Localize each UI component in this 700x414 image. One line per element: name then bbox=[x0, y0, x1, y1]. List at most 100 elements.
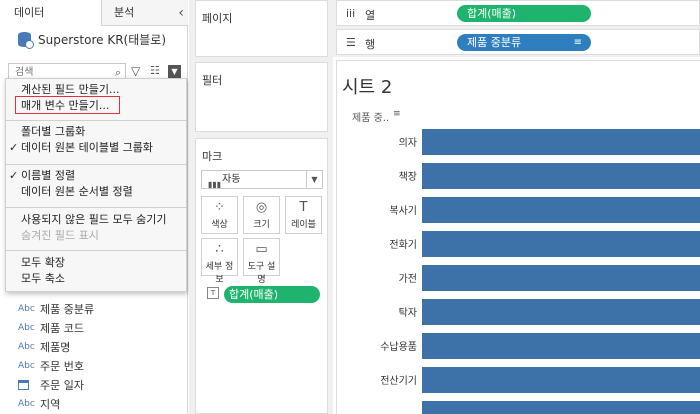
pages-title: 페이지 bbox=[202, 12, 233, 25]
checkmark-icon: ✓ bbox=[9, 141, 19, 154]
sheet-view: 의자책장복사기전화기가전탁자수납용품전산기기... 시트 2 제품 중.. ≡ bbox=[336, 60, 700, 414]
category-label: 탁자 bbox=[399, 307, 417, 319]
sheet-title: 시트 2 bbox=[342, 77, 393, 98]
bar-chart-icon: ▮▮▮ bbox=[208, 180, 222, 189]
bar[interactable] bbox=[422, 367, 700, 393]
field-item[interactable]: Abc 지역 bbox=[18, 395, 60, 413]
field-item[interactable]: Abc 제품 코드 bbox=[18, 319, 84, 337]
field-name: 제품 중분류 bbox=[40, 303, 95, 316]
mark-button[interactable]: ◎ 크기 bbox=[243, 196, 280, 234]
category-label: 복사기 bbox=[389, 205, 417, 217]
menu-separator bbox=[6, 120, 186, 121]
menu-item[interactable]: 모두 축소 bbox=[6, 271, 186, 287]
calendar-icon bbox=[18, 380, 29, 390]
category-label: 가전 bbox=[399, 273, 417, 285]
category-label: 책장 bbox=[399, 171, 417, 183]
bar[interactable] bbox=[422, 231, 700, 257]
mark-button-label: 도구 설명 bbox=[247, 262, 276, 285]
mark-button[interactable]: T 레이블 bbox=[285, 196, 322, 234]
field-name: 제품명 bbox=[40, 341, 71, 354]
datasource-name: Superstore KR(태블로) bbox=[38, 33, 167, 47]
mark-pill-sales[interactable]: 합계(매출) bbox=[224, 286, 320, 303]
mark-type-select[interactable]: ▮▮▮ 자동 ▼ bbox=[201, 170, 323, 189]
chevron-left-icon[interactable]: ‹ bbox=[178, 0, 184, 26]
filter-icon[interactable]: ▽ bbox=[131, 64, 140, 78]
menu-item[interactable]: 사용되지 않은 필드 모두 숨기기 bbox=[6, 212, 186, 228]
color-dots-icon: ⁘ bbox=[214, 200, 225, 215]
menu-item[interactable]: 계산된 필드 만들기... bbox=[6, 82, 186, 98]
mark-button[interactable]: ▭ 도구 설명 bbox=[243, 238, 280, 285]
field-item[interactable]: 주문 일자 bbox=[18, 376, 84, 394]
bar[interactable] bbox=[422, 197, 700, 223]
bar[interactable] bbox=[422, 299, 700, 325]
field-name: 지역 bbox=[40, 398, 61, 411]
bar[interactable] bbox=[422, 401, 700, 414]
rows-label: 행 bbox=[365, 38, 376, 51]
menu-separator bbox=[6, 164, 186, 165]
tooltip-icon: ▭ bbox=[255, 242, 268, 257]
row-header[interactable]: 제품 중.. bbox=[352, 109, 389, 124]
tab-analysis-label: 분석 bbox=[114, 6, 135, 19]
category-label: ... bbox=[407, 410, 417, 414]
rows-icon: ☰ bbox=[346, 36, 356, 49]
menu-item-label: 계산된 필드 만들기... bbox=[21, 83, 120, 96]
bar[interactable] bbox=[422, 265, 700, 291]
detail-icon: ∴ bbox=[215, 242, 224, 257]
field-type-icon: Abc bbox=[18, 304, 35, 314]
columns-shelf[interactable]: iii 열 합계(매출) bbox=[336, 0, 700, 26]
menu-item-label: 숨겨진 필드 표시 bbox=[21, 229, 99, 242]
chevron-down-icon[interactable]: ▼ bbox=[168, 65, 181, 78]
mark-button-label: 레이블 bbox=[291, 220, 316, 230]
category-label: 의자 bbox=[399, 137, 417, 149]
menu-item-label: 사용되지 않은 필드 모두 숨기기 bbox=[21, 213, 167, 226]
bar[interactable] bbox=[422, 333, 700, 359]
pages-card[interactable]: 페이지 bbox=[195, 0, 328, 57]
label-icon: T bbox=[299, 200, 308, 215]
bar[interactable] bbox=[422, 129, 700, 155]
rows-pill-subcategory[interactable]: 제품 중분류 ≡ bbox=[457, 34, 591, 51]
menu-item-label: 모두 확장 bbox=[21, 256, 65, 269]
sort-icon[interactable]: ≡ bbox=[393, 109, 401, 119]
menu-item[interactable]: 데이터 원본 순서별 정렬 bbox=[6, 184, 186, 200]
sort-icon[interactable]: ≡ bbox=[574, 34, 582, 51]
filters-card[interactable]: 필터 bbox=[195, 62, 328, 132]
tab-data[interactable]: 데이터 bbox=[0, 0, 102, 26]
mark-button[interactable]: ∴ 세부 정보 bbox=[201, 238, 238, 285]
bar[interactable] bbox=[422, 163, 700, 189]
mark-type-value: 자동 bbox=[222, 174, 241, 185]
shelves-area: iii 열 합계(매출) ☰ 행 제품 중분류 ≡ bbox=[333, 0, 700, 57]
field-item[interactable]: Abc 제품 중분류 bbox=[18, 300, 94, 318]
mark-button-label: 세부 정보 bbox=[205, 262, 234, 285]
field-type-icon: Abc bbox=[18, 342, 35, 352]
tab-analysis[interactable]: 분석 ‹ bbox=[102, 0, 188, 26]
text-encoding-icon[interactable]: T bbox=[207, 287, 219, 299]
field-name: 주문 일자 bbox=[40, 379, 84, 392]
menu-item[interactable]: 매개 변수 만들기... bbox=[6, 98, 186, 114]
size-icon: ◎ bbox=[255, 200, 268, 215]
menu-item[interactable]: 폴더별 그룹화 bbox=[6, 124, 186, 140]
menu-item-label: 데이터 원본 순서별 정렬 bbox=[21, 185, 133, 198]
marks-card: 마크 ▮▮▮ 자동 ▼ ⁘ 색상 ◎ 크기 T 레이블 ∴ 세부 정보 ▭ 도구 설명 T 합계(… bbox=[195, 138, 328, 414]
menu-item: 숨겨진 필드 표시 bbox=[6, 228, 186, 244]
database-icon bbox=[18, 32, 34, 49]
menu-item[interactable]: 모두 확장 bbox=[6, 255, 186, 271]
field-type-icon: Abc bbox=[18, 399, 35, 409]
field-name: 주문 번호 bbox=[40, 360, 84, 373]
mark-button-label: 크기 bbox=[253, 220, 270, 230]
checkmark-icon: ✓ bbox=[9, 169, 19, 182]
rows-shelf[interactable]: ☰ 행 제품 중분류 ≡ bbox=[336, 29, 700, 55]
field-name: 제품 코드 bbox=[40, 322, 84, 335]
mark-button[interactable]: ⁘ 색상 bbox=[201, 196, 238, 234]
field-item[interactable]: Abc 주문 번호 bbox=[18, 357, 84, 375]
list-view-icon[interactable]: ☷ bbox=[150, 64, 160, 77]
columns-label: 열 bbox=[365, 9, 376, 22]
menu-item[interactable]: ✓ 이름별 정렬 bbox=[6, 168, 186, 184]
columns-pill-sales[interactable]: 합계(매출) bbox=[457, 5, 591, 22]
menu-item-label: 데이터 원본 테이블별 그룹화 bbox=[21, 141, 153, 154]
menu-item-label: 폴더별 그룹화 bbox=[21, 125, 86, 138]
datasource-item[interactable]: Superstore KR(태블로) bbox=[18, 31, 167, 49]
field-item[interactable]: Abc 제품명 bbox=[18, 338, 70, 356]
menu-item-label: 모두 축소 bbox=[21, 272, 65, 285]
menu-item[interactable]: ✓ 데이터 원본 테이블별 그룹화 bbox=[6, 140, 186, 156]
chevron-down-icon[interactable]: ▼ bbox=[306, 171, 322, 188]
